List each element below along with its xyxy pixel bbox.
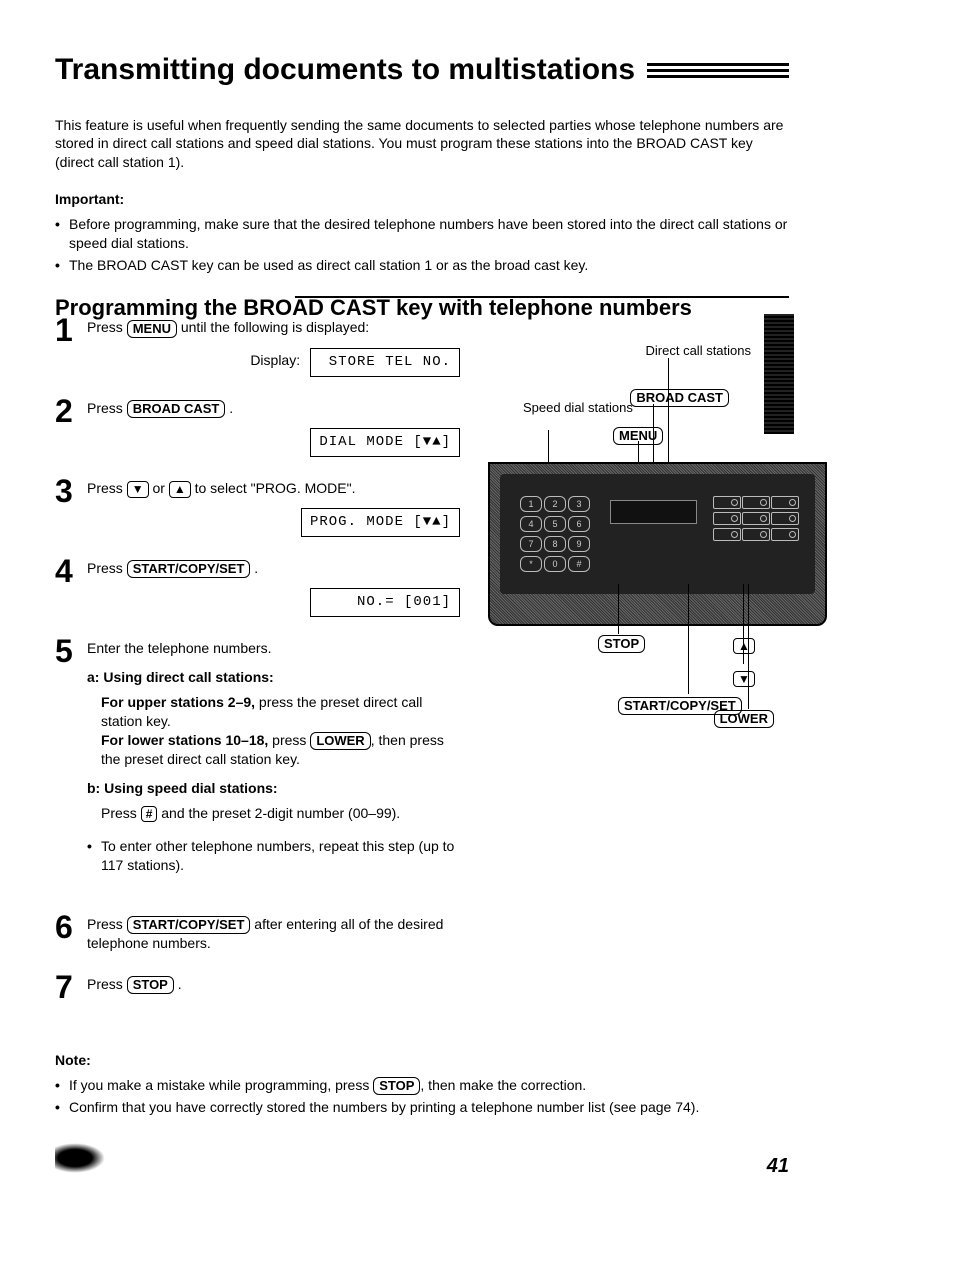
up-arrow-label: ▲ xyxy=(733,636,755,654)
speed-dial-label: Speed dial stations xyxy=(523,399,633,417)
device-diagram-column: Direct call stations Speed dial stations… xyxy=(488,314,789,734)
step-number: 7 xyxy=(55,971,77,1003)
display-label: Display: xyxy=(250,352,300,368)
lcd-display: STORE TEL NO. xyxy=(310,348,460,377)
step-number: 3 xyxy=(55,475,77,507)
step-3: 3 Press ▼ or ▲ to select "PROG. MODE". P… xyxy=(55,475,460,537)
step-number: 4 xyxy=(55,555,77,587)
page-title: Transmitting documents to multistations xyxy=(55,50,789,91)
note-label: Note: xyxy=(55,1051,789,1070)
substep-b-label: b: Using speed dial stations: xyxy=(87,779,460,798)
lcd-display: NO.= [001] xyxy=(310,588,460,617)
step-1: 1 Press MENU until the following is disp… xyxy=(55,314,460,376)
device-display xyxy=(610,500,697,524)
direct-call-buttons xyxy=(713,496,797,541)
start-copy-set-key: START/COPY/SET xyxy=(127,560,251,578)
title-decoration xyxy=(647,63,789,78)
stop-key-label: STOP xyxy=(598,634,645,653)
up-arrow-key: ▲ xyxy=(169,481,191,497)
menu-key: MENU xyxy=(127,320,177,338)
stop-key: STOP xyxy=(127,976,174,994)
start-copy-set-key: START/COPY/SET xyxy=(127,916,251,934)
lower-key-label: LOWER xyxy=(714,709,774,728)
fax-machine-illustration: 123 456 789 *0# xyxy=(488,462,827,626)
lcd-display: DIAL MODE [▼▲] xyxy=(310,428,460,457)
steps-column: 1 Press MENU until the following is disp… xyxy=(55,314,460,1020)
important-item: Before programming, make sure that the d… xyxy=(55,215,789,253)
step-number: 5 xyxy=(55,635,77,667)
broadcast-key-label: BROAD CAST xyxy=(630,388,729,407)
step-4: 4 Press START/COPY/SET . NO.= [001] xyxy=(55,555,460,617)
step5-bullet: To enter other telephone numbers, repeat… xyxy=(87,837,460,875)
note-section: Note: If you make a mistake while progra… xyxy=(55,1051,789,1117)
substep-a-label: a: Using direct call stations: xyxy=(87,668,460,687)
lcd-display: PROG. MODE [▼▲] xyxy=(301,508,460,537)
hash-key: # xyxy=(141,806,158,822)
intro-paragraph: This feature is useful when frequently s… xyxy=(55,116,789,173)
numeric-keypad: 123 456 789 *0# xyxy=(520,496,588,572)
stop-key: STOP xyxy=(373,1077,420,1095)
step-number: 1 xyxy=(55,314,77,346)
page-edge-smudge xyxy=(764,314,794,434)
note-item: If you make a mistake while programming,… xyxy=(55,1076,789,1095)
important-item: The BROAD CAST key can be used as direct… xyxy=(55,256,789,275)
ink-smudge-icon xyxy=(55,1143,105,1173)
direct-call-label: Direct call stations xyxy=(646,342,751,360)
step-6: 6 Press START/COPY/SET after entering al… xyxy=(55,911,460,953)
page-number: 41 xyxy=(767,1153,789,1180)
step-2: 2 Press BROAD CAST . DIAL MODE [▼▲] xyxy=(55,395,460,457)
step-number: 2 xyxy=(55,395,77,427)
step-5: 5 Enter the telephone numbers. a: Using … xyxy=(55,635,460,892)
step-7: 7 Press STOP . xyxy=(55,971,460,1003)
down-arrow-label: ▼ xyxy=(733,669,755,687)
down-arrow-key: ▼ xyxy=(127,481,149,497)
broadcast-key: BROAD CAST xyxy=(127,400,226,418)
lower-key: LOWER xyxy=(310,732,370,750)
title-text: Transmitting documents to multistations xyxy=(55,50,635,91)
note-item: Confirm that you have correctly stored t… xyxy=(55,1098,789,1117)
step-number: 6 xyxy=(55,911,77,943)
important-label: Important: xyxy=(55,190,789,209)
important-list: Before programming, make sure that the d… xyxy=(55,215,789,275)
section-heading: Programming the BROAD CAST key with tele… xyxy=(55,293,789,303)
